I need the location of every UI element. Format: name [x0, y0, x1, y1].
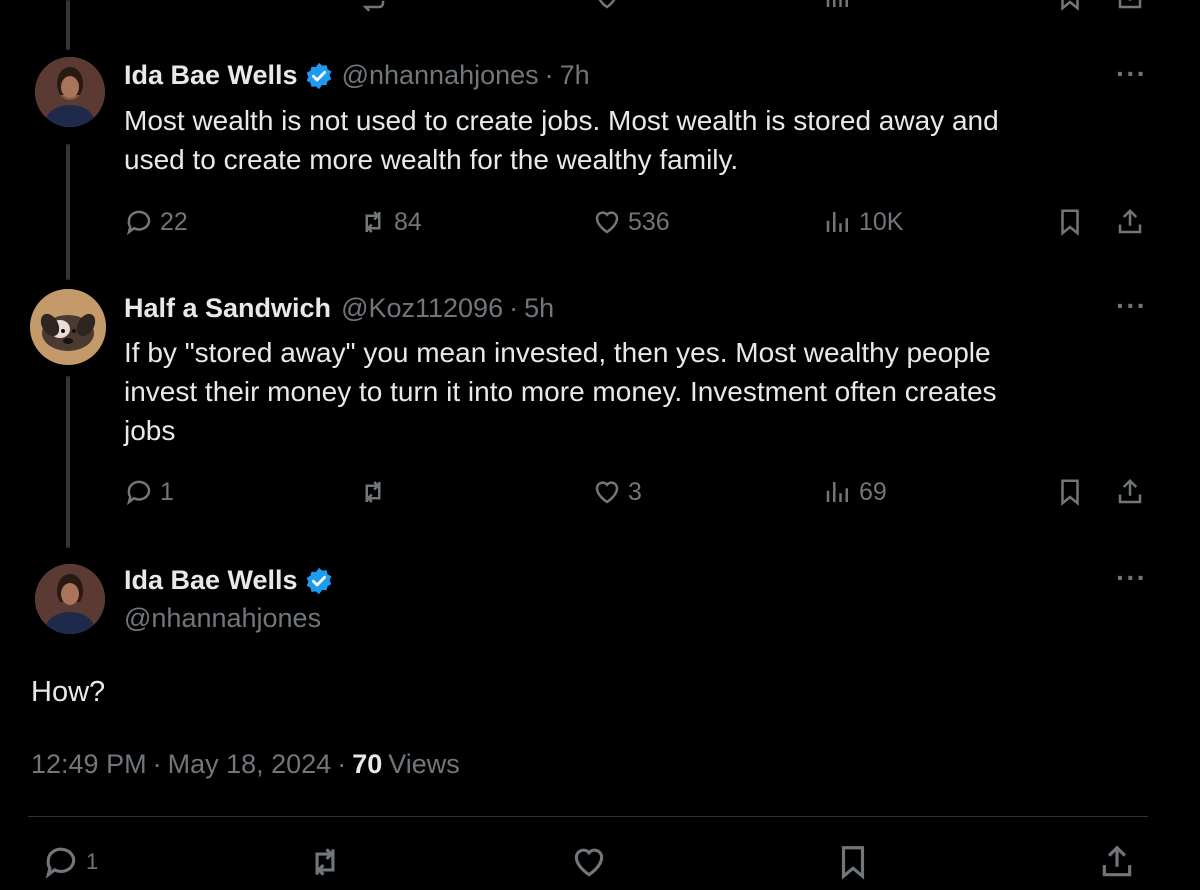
tweet-time[interactable]: 5h	[524, 293, 554, 324]
view-count: 69	[859, 477, 887, 506]
thread-line-2	[66, 376, 70, 548]
main-tweet-text: How?	[31, 676, 106, 708]
avatar-ida-bae-wells[interactable]	[35, 564, 105, 634]
like-button[interactable]: 3	[592, 477, 642, 507]
share-icon	[1118, 478, 1142, 504]
separator: ·	[337, 749, 347, 779]
author-handle[interactable]: @nhannahjones	[124, 603, 321, 634]
more-icon[interactable]: ···	[1116, 562, 1147, 594]
tweet-1-header: Ida Bae Wells @nhannahjones · 7h	[124, 60, 590, 91]
tweet-text-line: used to create more wealth for the wealt…	[124, 144, 739, 175]
main-tweet-meta: 12:49 PM · May 18, 2024 · 70 Views	[31, 749, 460, 780]
reply-icon	[126, 210, 151, 236]
reply-icon	[126, 480, 151, 506]
repost-icon	[315, 848, 335, 876]
tweet-2-text: If by "stored away" you mean invested, t…	[124, 333, 997, 450]
bookmark-icon	[841, 846, 865, 880]
share-icon	[1102, 845, 1132, 877]
views-icon	[826, 482, 848, 502]
views-label: Views	[388, 749, 460, 779]
main-tweet-handle-row: @nhannahjones	[124, 603, 321, 634]
tweet-text-line: invest their money to turn it into more …	[124, 376, 997, 407]
bookmark-button[interactable]	[1055, 477, 1091, 507]
repost-icon[interactable]	[358, 0, 388, 12]
views-icon	[826, 212, 848, 232]
reply-button[interactable]: 1	[124, 477, 174, 507]
reply-button[interactable]: 22	[124, 207, 188, 237]
like-icon	[574, 848, 604, 877]
repost-icon	[365, 211, 381, 233]
like-icon	[595, 481, 619, 504]
repost-button[interactable]	[358, 477, 394, 507]
share-icon	[1118, 208, 1142, 234]
author-handle[interactable]: @nhannahjones	[342, 60, 539, 91]
like-count: 536	[628, 207, 670, 236]
reply-button[interactable]: 1	[42, 843, 98, 881]
repost-count: 84	[394, 207, 422, 236]
bookmark-button[interactable]	[1055, 207, 1091, 237]
like-count: 3	[628, 477, 642, 506]
reply-icon	[45, 847, 76, 879]
views-button[interactable]: 10K	[823, 207, 903, 237]
tweet-text-line: If by "stored away" you mean invested, t…	[124, 337, 991, 368]
top-cut-action-row	[0, 0, 1200, 12]
bookmark-button[interactable]	[834, 843, 878, 881]
more-icon[interactable]: ···	[1116, 58, 1147, 90]
bookmark-icon[interactable]	[1055, 0, 1085, 12]
share-button[interactable]	[1115, 477, 1151, 507]
author-name[interactable]: Ida Bae Wells	[124, 565, 298, 596]
like-button[interactable]: 536	[592, 207, 670, 237]
author-name[interactable]: Half a Sandwich	[124, 293, 331, 324]
view-count: 10K	[859, 207, 904, 236]
tweet-time[interactable]: 12:49 PM	[31, 749, 147, 780]
separator: ·	[509, 293, 519, 323]
separator: ·	[544, 60, 554, 90]
like-button[interactable]	[570, 843, 614, 881]
reply-count: 1	[160, 477, 174, 506]
repost-button[interactable]: 84	[358, 207, 422, 237]
views-icon[interactable]	[823, 0, 853, 12]
tweet-date[interactable]: May 18, 2024	[168, 749, 332, 780]
bookmark-icon	[1061, 479, 1079, 506]
tweet-1-text: Most wealth is not used to create jobs. …	[124, 101, 999, 179]
bookmark-icon	[1061, 209, 1079, 236]
reply-count: 22	[160, 207, 188, 236]
avatar-ida-bae-wells[interactable]	[35, 57, 105, 127]
author-name[interactable]: Ida Bae Wells	[124, 60, 298, 91]
avatar-half-a-sandwich[interactable]	[30, 289, 106, 365]
like-icon	[595, 211, 619, 234]
verified-badge-icon	[306, 62, 331, 89]
tweet-time[interactable]: 7h	[560, 60, 590, 91]
tweet-text-line: Most wealth is not used to create jobs. …	[124, 105, 999, 136]
views-button[interactable]: 69	[823, 477, 887, 507]
share-button[interactable]	[1098, 843, 1142, 881]
repost-button[interactable]	[306, 843, 350, 881]
share-button[interactable]	[1115, 207, 1151, 237]
main-tweet-name-row: Ida Bae Wells	[124, 565, 342, 596]
author-handle[interactable]: @Koz112096	[341, 293, 503, 324]
like-icon[interactable]	[592, 0, 622, 12]
verified-badge-icon	[306, 567, 331, 594]
tweet-2-header: Half a Sandwich @Koz112096 · 5h	[124, 293, 554, 324]
repost-icon	[365, 481, 381, 503]
thread-line-1	[66, 144, 70, 280]
tweet-text-line: jobs	[124, 415, 176, 446]
separator: ·	[152, 749, 162, 779]
reply-count: 1	[86, 849, 99, 874]
divider	[28, 816, 1148, 817]
share-icon[interactable]	[1115, 0, 1145, 12]
views-count: 70	[352, 749, 383, 779]
more-icon[interactable]: ···	[1116, 290, 1147, 322]
